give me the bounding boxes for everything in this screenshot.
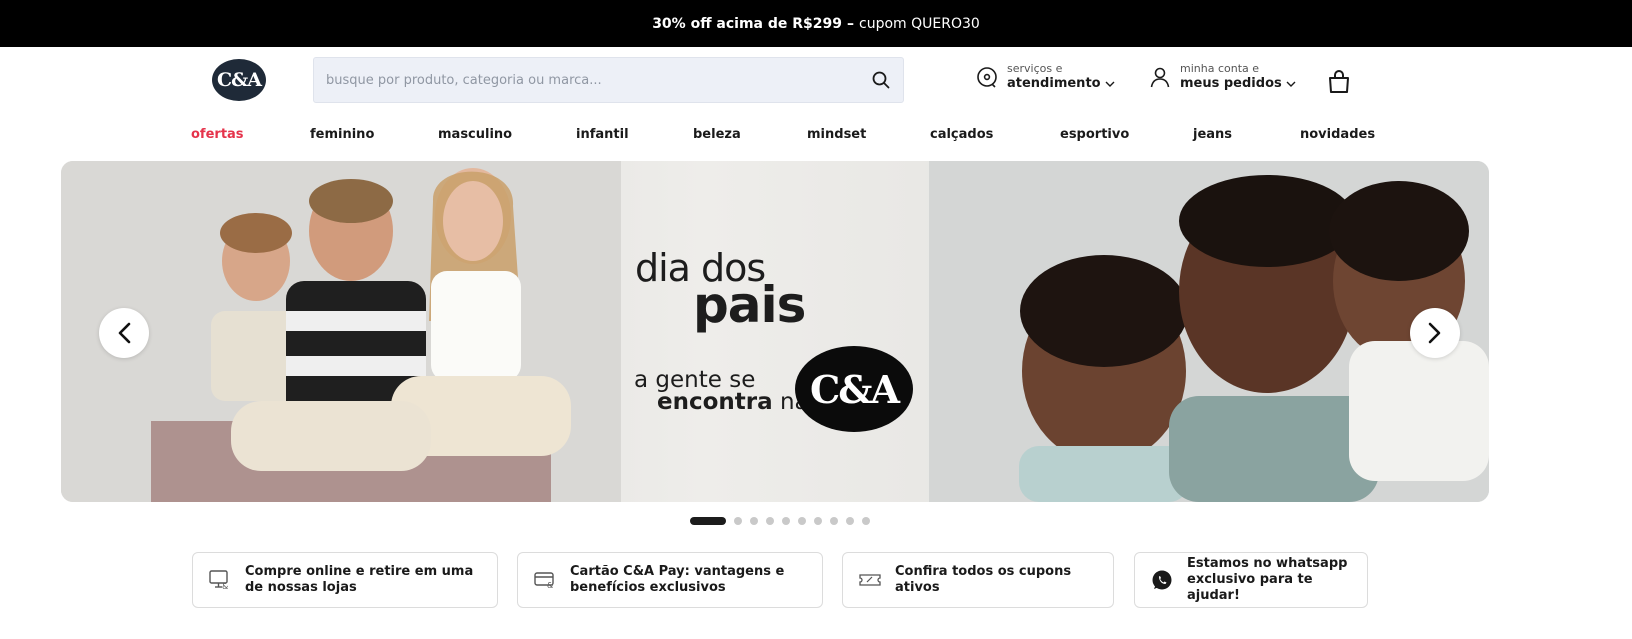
- carousel-dot[interactable]: [734, 517, 742, 525]
- coupon-icon: [859, 569, 881, 591]
- services-label: atendimento: [1007, 76, 1101, 91]
- feature-cards: & Compre online e retire em uma de nossa…: [0, 552, 1632, 609]
- monitor-store-icon: &: [209, 569, 231, 591]
- nav-item-ofertas[interactable]: ofertas: [191, 127, 244, 142]
- svg-text:&: &: [547, 581, 553, 589]
- promo-bar[interactable]: 30% off acima de R$299 – cupom QUERO30: [0, 0, 1632, 47]
- promo-offer: 30% off acima de R$299: [652, 15, 842, 32]
- nav-item-novidades[interactable]: novidades: [1300, 127, 1375, 142]
- nav-item-calcados[interactable]: calçados: [930, 127, 993, 142]
- whatsapp-icon: [1151, 569, 1173, 591]
- category-nav: ofertas feminino masculino infantil bele…: [0, 123, 1632, 151]
- search-input[interactable]: [326, 72, 871, 88]
- headset-icon: [975, 65, 999, 89]
- chevron-left-icon: [118, 322, 131, 344]
- chevron-down-icon: [1286, 81, 1296, 87]
- header: C&A serviços e atendimento minha conta e…: [0, 47, 1632, 115]
- hero-tagline-bold: encontra: [657, 389, 773, 415]
- promo-dash: –: [847, 15, 854, 32]
- feature-card-pickup[interactable]: & Compre online e retire em uma de nossa…: [192, 552, 498, 608]
- carousel-dot[interactable]: [750, 517, 758, 525]
- hero-tagline-line2: encontra na: [657, 389, 809, 415]
- feature-card-pickup-text: Compre online e retire em uma de nossas …: [245, 564, 474, 595]
- carousel-next-button[interactable]: [1410, 308, 1460, 358]
- carousel-dots: [690, 516, 878, 526]
- nav-item-masculino[interactable]: masculino: [438, 127, 512, 142]
- search-bar[interactable]: [313, 57, 904, 103]
- feature-card-coupons[interactable]: Confira todos os cupons ativos: [842, 552, 1114, 608]
- hero-banner[interactable]: dia dos pais a gente se encontra na C&A: [61, 161, 1489, 502]
- nav-item-mindset[interactable]: mindset: [807, 127, 866, 142]
- chevron-right-icon: [1428, 322, 1441, 344]
- feature-card-whatsapp[interactable]: Estamos no whatsapp exclusivo para te aj…: [1134, 552, 1368, 608]
- nav-item-feminino[interactable]: feminino: [310, 127, 374, 142]
- feature-card-cardpay[interactable]: & Cartão C&A Pay: vantagens e benefícios…: [517, 552, 823, 608]
- credit-card-icon: &: [534, 569, 556, 591]
- carousel-dot[interactable]: [846, 517, 854, 525]
- hero-title-line2: pais: [693, 276, 806, 334]
- svg-text:&: &: [222, 582, 228, 590]
- carousel-dot[interactable]: [830, 517, 838, 525]
- promo-coupon: cupom QUERO30: [859, 15, 980, 32]
- services-small-label: serviços e: [1007, 62, 1063, 75]
- hero-photo-right: [929, 161, 1489, 502]
- search-icon[interactable]: [871, 70, 891, 90]
- nav-item-jeans[interactable]: jeans: [1193, 127, 1232, 142]
- feature-card-coupons-text: Confira todos os cupons ativos: [895, 564, 1072, 595]
- services-menu[interactable]: serviços e atendimento: [975, 62, 1115, 92]
- carousel-dot[interactable]: [814, 517, 822, 525]
- hero-logo: C&A: [795, 346, 913, 432]
- carousel-dot[interactable]: [798, 517, 806, 525]
- feature-card-cardpay-text: Cartão C&A Pay: vantagens e benefícios e…: [570, 564, 785, 595]
- logo[interactable]: C&A: [212, 59, 266, 101]
- account-small-label: minha conta e: [1180, 62, 1260, 75]
- chevron-down-icon: [1105, 81, 1115, 87]
- carousel-dot-active[interactable]: [690, 517, 726, 525]
- carousel-prev-button[interactable]: [99, 308, 149, 358]
- feature-card-whatsapp-text: Estamos no whatsapp exclusivo para te aj…: [1187, 556, 1348, 603]
- carousel-dot[interactable]: [782, 517, 790, 525]
- shopping-bag-icon[interactable]: [1326, 68, 1352, 94]
- account-label: meus pedidos: [1180, 76, 1282, 91]
- nav-item-infantil[interactable]: infantil: [576, 127, 629, 142]
- carousel-dot[interactable]: [862, 517, 870, 525]
- nav-item-esportivo[interactable]: esportivo: [1060, 127, 1129, 142]
- nav-item-beleza[interactable]: beleza: [693, 127, 741, 142]
- carousel-dot[interactable]: [766, 517, 774, 525]
- account-menu[interactable]: minha conta e meus pedidos: [1148, 62, 1296, 92]
- user-icon: [1148, 65, 1172, 89]
